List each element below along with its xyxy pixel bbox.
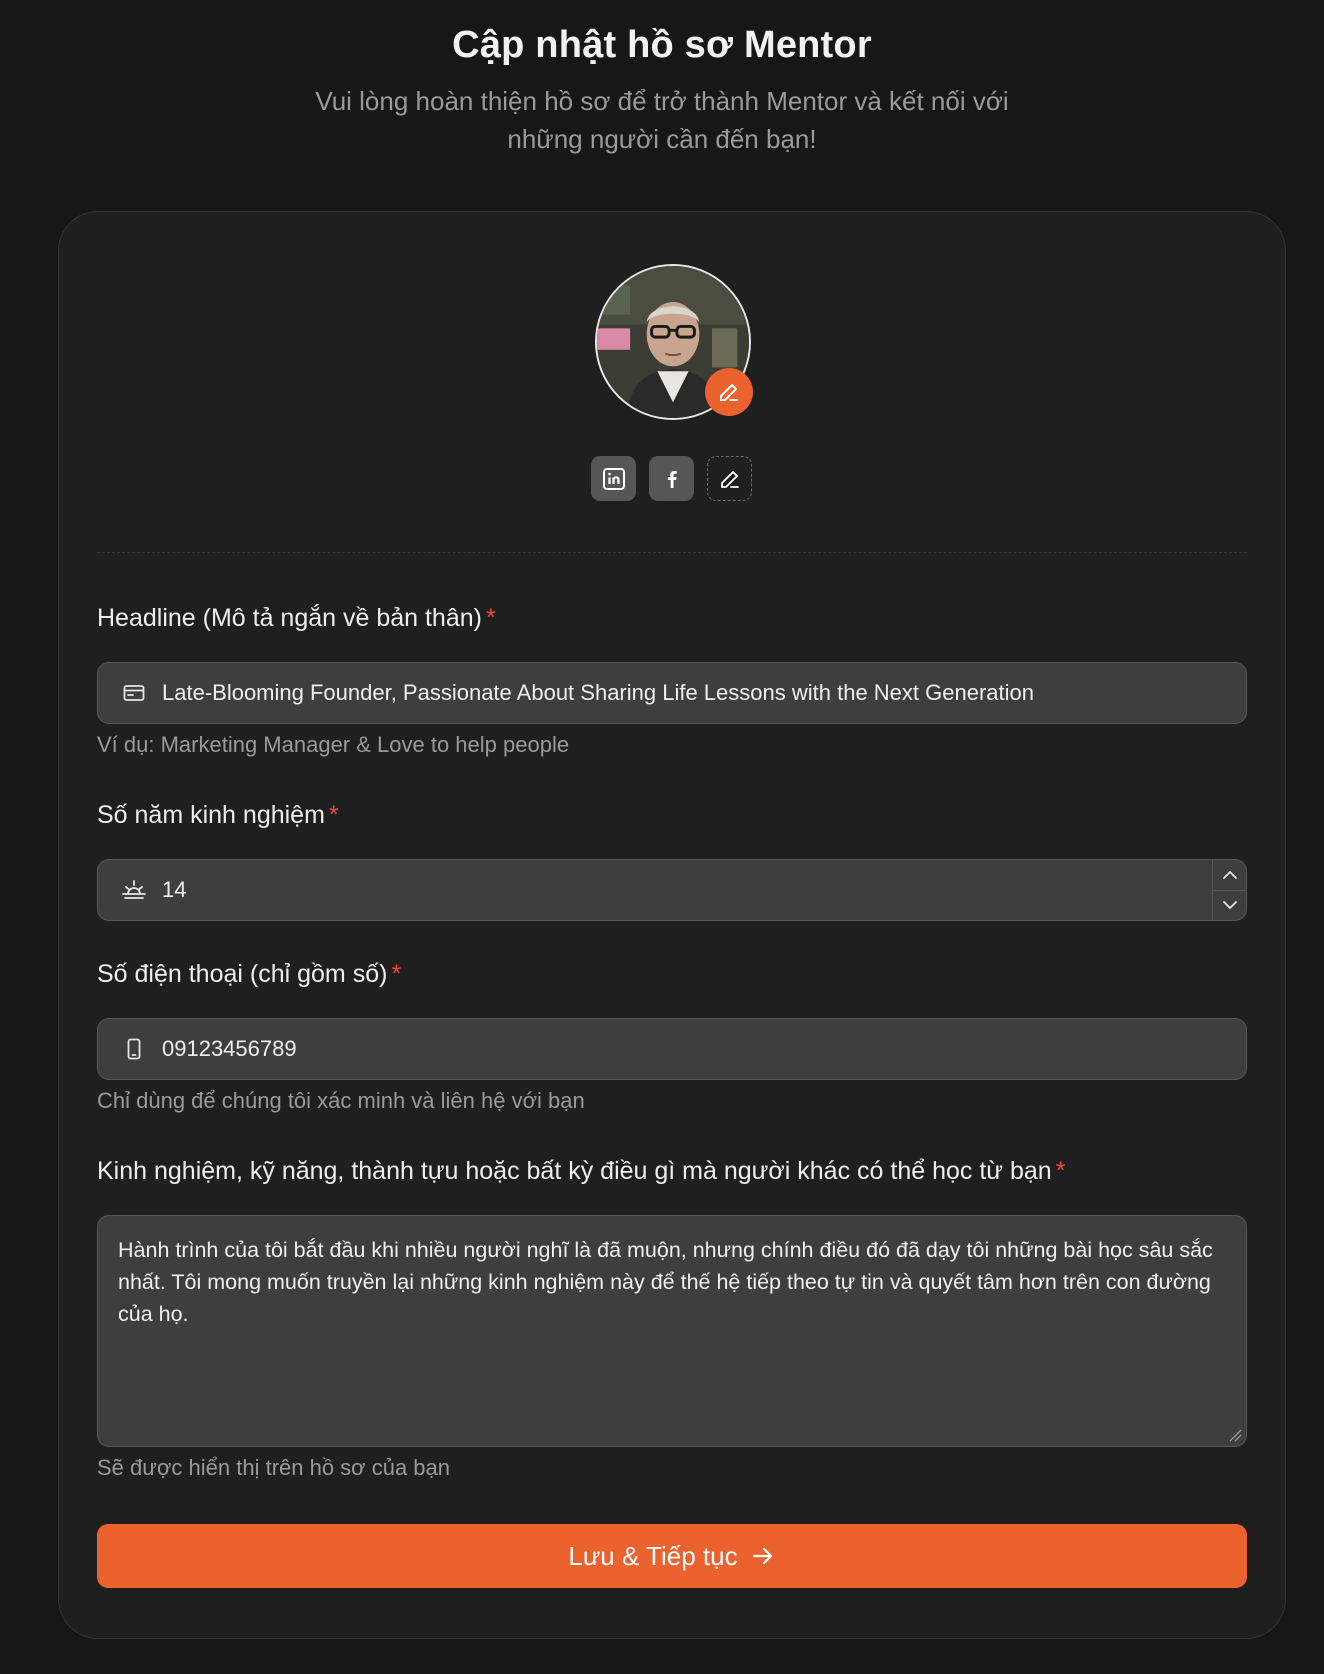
save-continue-button[interactable]: Lưu & Tiếp tục [97,1524,1247,1588]
save-continue-label: Lưu & Tiếp tục [568,1540,738,1571]
bio-helper: Sẽ được hiển thị trên hồ sơ của bạn [97,1455,451,1480]
resize-handle-icon[interactable] [1228,1428,1242,1442]
add-social-link-button[interactable] [707,456,752,501]
arrow-right-icon [752,1547,772,1565]
experience-label: Số năm kinh nghiệm * [97,801,339,830]
social-links [591,456,752,501]
chevron-down-icon [1222,901,1237,910]
avatar-section [595,264,753,420]
required-mark: * [391,960,402,988]
phone-helper: Chỉ dùng để chúng tôi xác minh và liên h… [97,1088,585,1113]
experience-input[interactable]: 14 [97,859,1247,921]
stepper-down-button[interactable] [1213,891,1246,921]
bio-value: Hành trình của tôi bắt đầu khi nhiều ngư… [118,1238,1213,1326]
stepper-up-button[interactable] [1213,860,1246,891]
facebook-button[interactable] [649,456,694,501]
profile-form-card: Headline (Mô tả ngắn về bản thân) * Late-… [58,211,1286,1639]
required-mark: * [1055,1157,1066,1185]
bio-textarea[interactable]: Hành trình của tôi bắt đầu khi nhiều ngư… [97,1215,1247,1447]
required-mark: * [485,604,496,632]
linkedin-button[interactable] [591,456,636,501]
phone-label-text: Số điện thoại (chỉ gồm số) [97,960,388,988]
headline-label: Headline (Mô tả ngắn về bản thân) * [97,604,496,633]
phone-label: Số điện thoại (chỉ gồm số) * [97,960,401,989]
required-mark: * [328,801,339,829]
phone-value: 09123456789 [162,1036,297,1061]
section-divider [97,552,1247,553]
id-card-icon [120,679,148,707]
phone-icon [120,1035,148,1063]
headline-label-text: Headline (Mô tả ngắn về bản thân) [97,604,482,632]
pencil-icon [720,470,739,488]
experience-value: 14 [162,877,187,902]
experience-label-text: Số năm kinh nghiệm [97,801,325,829]
linkedin-icon [602,467,625,490]
headline-input[interactable]: Late-Blooming Founder, Passionate About … [97,662,1247,724]
chevron-up-icon [1222,870,1237,879]
facebook-icon [667,470,677,488]
phone-input[interactable]: 09123456789 [97,1018,1247,1080]
page-title: Cập nhật hồ sơ Mentor [452,24,872,66]
number-stepper [1212,860,1246,920]
sunrise-icon [120,876,148,904]
bio-label: Kinh nghiệm, kỹ năng, thành tựu hoặc bất… [97,1157,1065,1186]
headline-value: Late-Blooming Founder, Passionate About … [162,680,1034,705]
bio-label-text: Kinh nghiệm, kỹ năng, thành tựu hoặc bất… [97,1157,1052,1185]
headline-helper: Ví dụ: Marketing Manager & Love to help … [97,732,570,757]
avatar-edit-button[interactable] [705,368,753,416]
pencil-icon [720,384,738,401]
page-subtitle: Vui lòng hoàn thiện hồ sơ để trở thành M… [315,86,1009,154]
